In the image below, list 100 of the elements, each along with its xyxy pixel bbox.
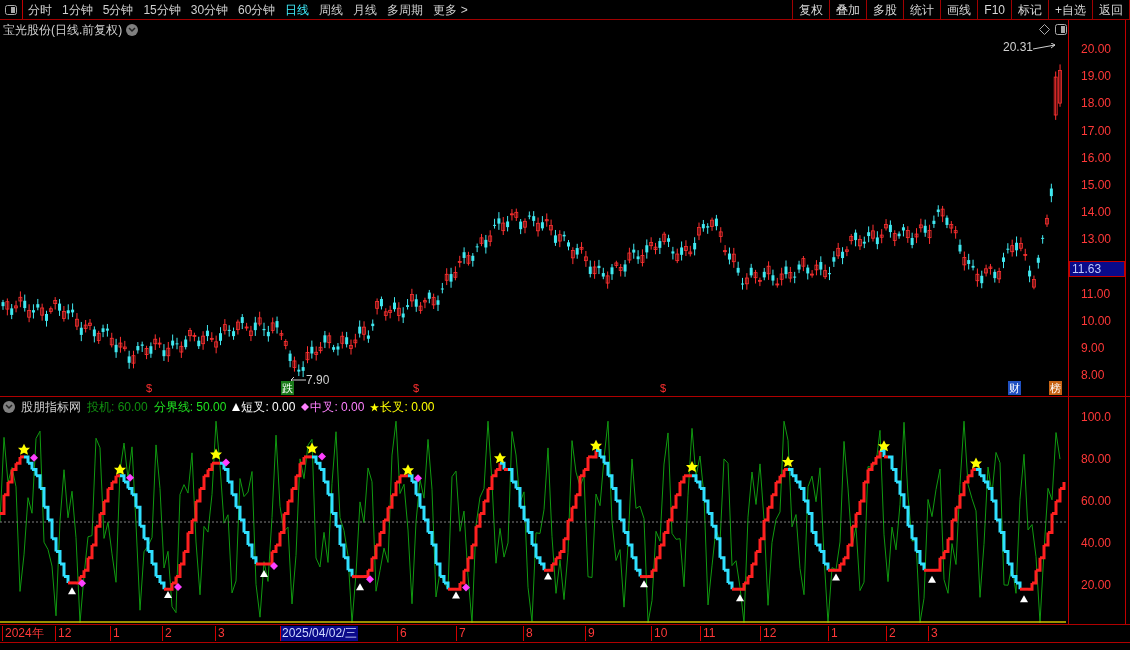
period-tab[interactable]: 15分钟	[143, 0, 181, 19]
date-axis-label: 12	[760, 626, 777, 641]
triangle-marker	[164, 591, 172, 599]
date-axis-label: 2024年	[2, 626, 44, 641]
price-axis-label: 16.00	[1081, 150, 1112, 165]
dividend-marker[interactable]: $	[413, 381, 420, 395]
price-axis-label: 20.00	[1081, 42, 1112, 56]
star-marker	[210, 448, 222, 460]
low-price-label: 7.90	[306, 372, 330, 389]
star-marker	[878, 440, 890, 452]
dropdown-button[interactable]	[126, 24, 139, 36]
indicator-axis-label: 20.00	[1081, 578, 1112, 592]
period-tab[interactable]: 多周期	[387, 0, 424, 19]
indicator-axis-label: 80.00	[1081, 452, 1112, 466]
star-marker	[590, 439, 602, 451]
star-marker	[494, 452, 506, 464]
toolbar-button[interactable]: 多股	[867, 0, 905, 19]
diamond-marker	[30, 453, 38, 462]
chevron-down-icon	[5, 404, 13, 410]
date-axis-label: 2025/04/02/三	[280, 626, 359, 641]
indicator-value: 中叉: 0.00	[310, 399, 365, 416]
date-axis-label: 12	[55, 626, 72, 641]
period-tab[interactable]: 30分钟	[190, 0, 229, 19]
dividend-marker[interactable]: $	[660, 381, 667, 395]
chart-title: 宝光股份(日线.前复权)	[3, 22, 123, 39]
star-marker	[970, 457, 982, 469]
indicator-value: 投机: 60.00	[87, 399, 148, 416]
period-tab[interactable]: 60分钟	[238, 0, 276, 19]
panel-icon	[1055, 24, 1067, 35]
toolbar-button[interactable]: 叠加	[830, 0, 868, 19]
triangle-marker	[640, 580, 648, 588]
toolbar-button[interactable]: +自选	[1049, 0, 1093, 19]
high-price-label: 20.31	[1003, 39, 1034, 56]
period-tab[interactable]: 5分钟	[102, 0, 134, 19]
star-marker	[686, 460, 698, 472]
pointer-arrow-icon	[1033, 43, 1058, 51]
star-marker	[18, 443, 30, 455]
date-axis-label: 8	[523, 626, 533, 641]
indicator-axis-label: 60.00	[1081, 494, 1112, 508]
current-price-tag: 11.63	[1069, 261, 1125, 277]
dropdown-button[interactable]	[3, 401, 15, 413]
date-axis-label: 7	[456, 626, 466, 641]
price-axis-label: 9.00	[1081, 340, 1105, 355]
star-marker	[114, 463, 126, 475]
period-tab[interactable]: 更多 >	[433, 0, 468, 19]
dividend-marker[interactable]: $	[146, 381, 153, 395]
triangle-marker	[832, 573, 840, 581]
event-badge[interactable]: 财	[1008, 381, 1021, 395]
event-badge[interactable]: 榜	[1049, 381, 1062, 395]
date-axis-label: 11	[700, 626, 716, 641]
diamond-marker	[174, 583, 182, 592]
period-tab[interactable]: 分时	[28, 0, 52, 19]
price-axis-label: 14.00	[1081, 205, 1112, 219]
star-marker	[402, 464, 414, 476]
toolbar-button[interactable]: 返回	[1093, 0, 1130, 19]
date-axis-label: 2	[886, 626, 896, 641]
triangle-marker	[544, 572, 552, 580]
diamond-outline-icon	[1039, 24, 1050, 35]
diamond-marker	[270, 562, 278, 571]
indicator-name: 股朋指标网	[21, 399, 81, 416]
price-axis-label: 18.00	[1081, 96, 1112, 111]
diamond-marker	[366, 575, 374, 584]
price-axis-label: 19.00	[1081, 69, 1112, 84]
triangle-marker	[68, 587, 76, 595]
date-axis-label: 10	[651, 626, 668, 641]
triangle-marker	[356, 583, 364, 591]
toolbar-button[interactable]: F10	[978, 0, 1012, 19]
period-tab[interactable]: 日线	[285, 0, 310, 19]
triangle-marker	[260, 570, 268, 578]
price-axis-label: 13.00	[1081, 232, 1112, 247]
period-tab[interactable]: 1分钟	[62, 0, 93, 19]
diamond-marker	[414, 474, 422, 483]
diamond-marker	[222, 458, 230, 467]
toolbar-button[interactable]: 复权	[793, 0, 831, 19]
date-axis-label: 1	[110, 626, 120, 641]
toolbar-button[interactable]: 统计	[904, 0, 942, 19]
diamond-marker	[318, 452, 326, 461]
indicator-value: 短叉: 0.00	[241, 399, 296, 416]
date-axis-label: 6	[397, 626, 407, 641]
period-tab[interactable]: 月线	[353, 0, 378, 19]
diamond-marker	[126, 473, 134, 482]
panel-icon	[5, 4, 17, 15]
price-axis-label: 11.00	[1081, 286, 1111, 301]
diamond-marker	[462, 583, 470, 592]
date-axis-label: 3	[215, 626, 225, 641]
date-axis-label: 2	[162, 626, 172, 641]
triangle-marker	[736, 594, 744, 602]
star-marker	[306, 442, 318, 454]
toolbar-button[interactable]: 标记	[1012, 0, 1049, 19]
date-axis-label: 1	[828, 626, 838, 641]
triangle-marker	[1020, 595, 1028, 603]
indicator-axis-label: 40.00	[1081, 536, 1112, 550]
price-axis-label: 10.00	[1081, 313, 1112, 328]
toolbar-button[interactable]: 画线	[941, 0, 979, 19]
price-axis-label: 15.00	[1081, 177, 1112, 192]
triangle-marker	[452, 591, 460, 599]
price-axis-label: 17.00	[1081, 123, 1112, 138]
period-tab[interactable]: 周线	[319, 0, 344, 19]
event-badge[interactable]: 跌	[281, 381, 294, 395]
indicator-axis-label: 100.0	[1081, 410, 1112, 424]
